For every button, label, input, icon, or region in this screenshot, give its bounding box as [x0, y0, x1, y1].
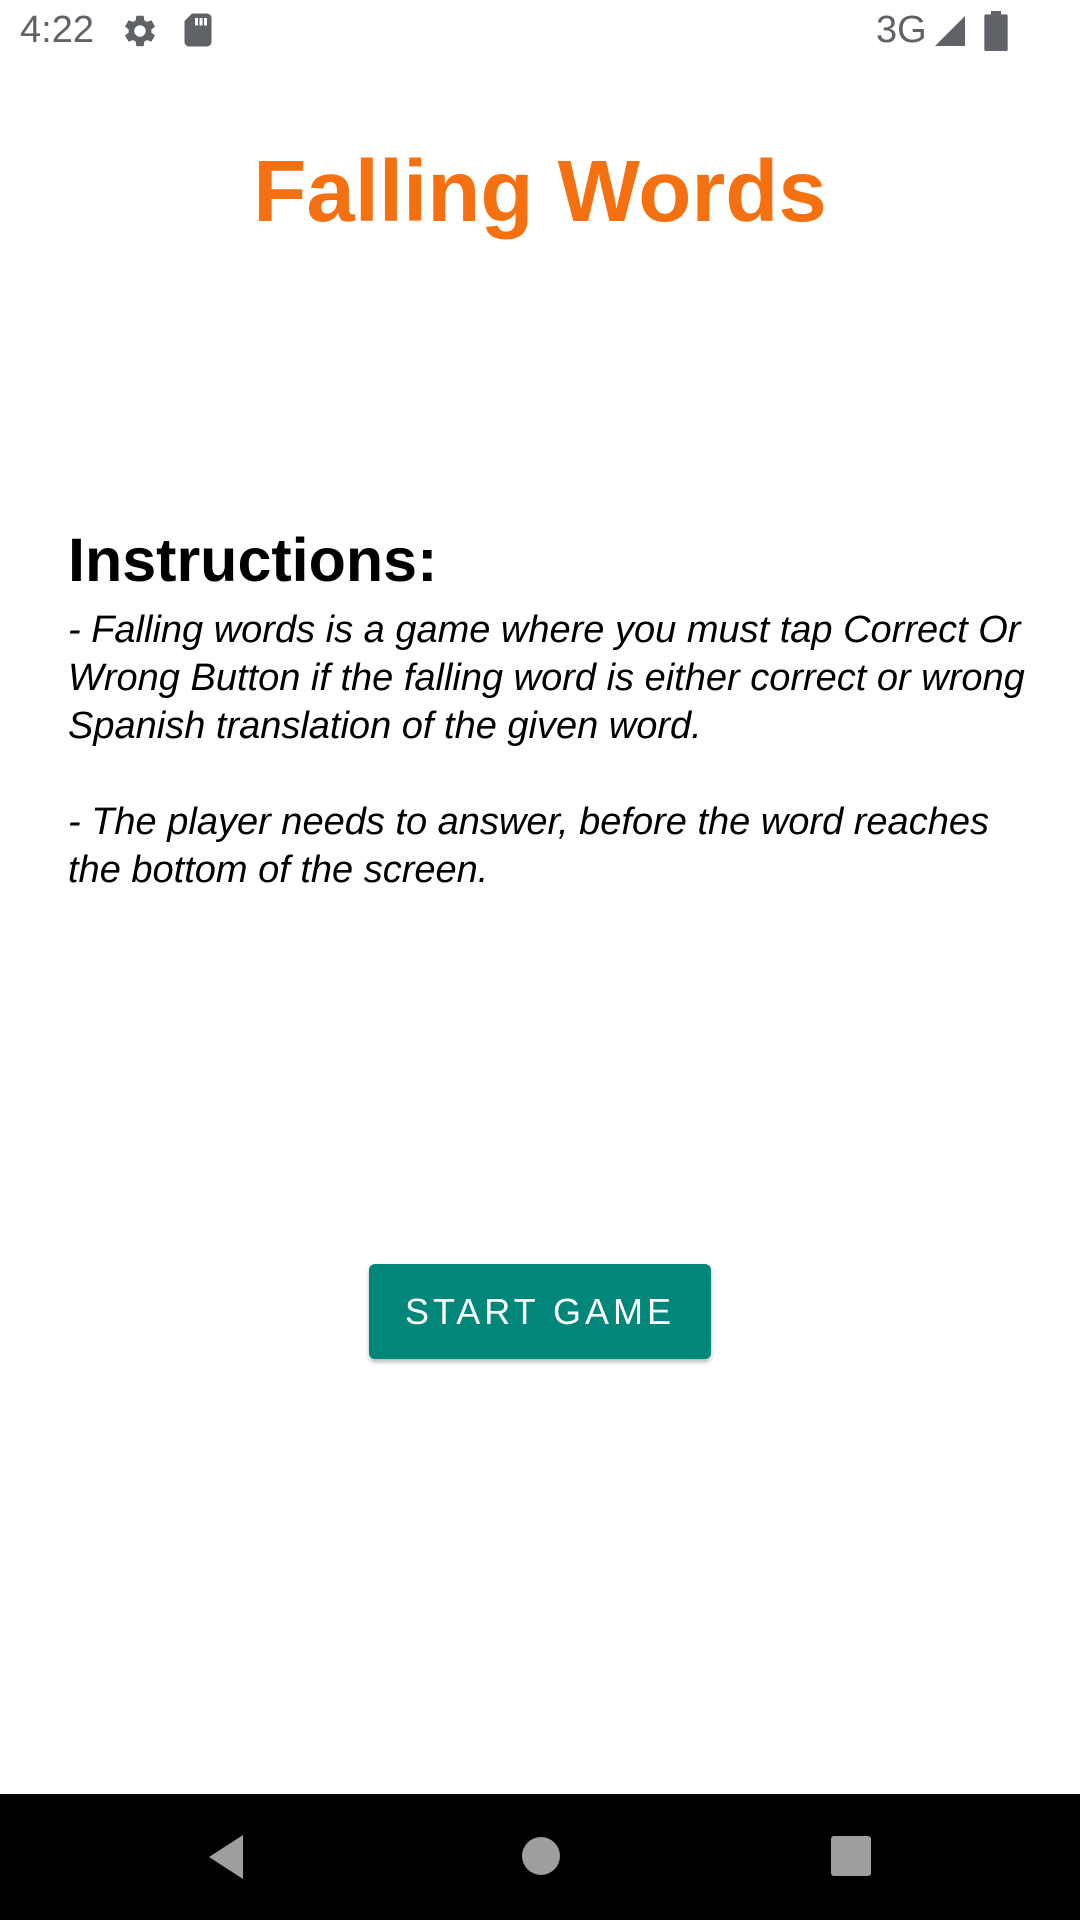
start-game-button[interactable]: START GAME: [369, 1264, 711, 1359]
signal-icon: [935, 16, 965, 46]
status-time: 4:22: [20, 9, 94, 51]
instructions-heading: Instructions:: [68, 526, 438, 594]
instructions-paragraph: - Falling words is a game where you must…: [68, 609, 1025, 747]
back-icon[interactable]: [205, 1833, 247, 1881]
battery-icon: [984, 11, 1008, 51]
instructions-paragraph: - The player needs to answer, before the…: [68, 801, 989, 891]
instructions-text: - Falling words is a game where you must…: [68, 606, 1028, 894]
sd-card-icon: [184, 13, 212, 47]
status-bar: 4:22 3G: [0, 0, 1080, 63]
navigation-bar: [0, 1794, 1080, 1920]
app-title: Falling Words: [253, 143, 827, 240]
network-type: 3G: [876, 9, 927, 51]
home-icon[interactable]: [521, 1836, 561, 1876]
recents-icon[interactable]: [831, 1836, 871, 1876]
gear-icon: [125, 15, 155, 47]
